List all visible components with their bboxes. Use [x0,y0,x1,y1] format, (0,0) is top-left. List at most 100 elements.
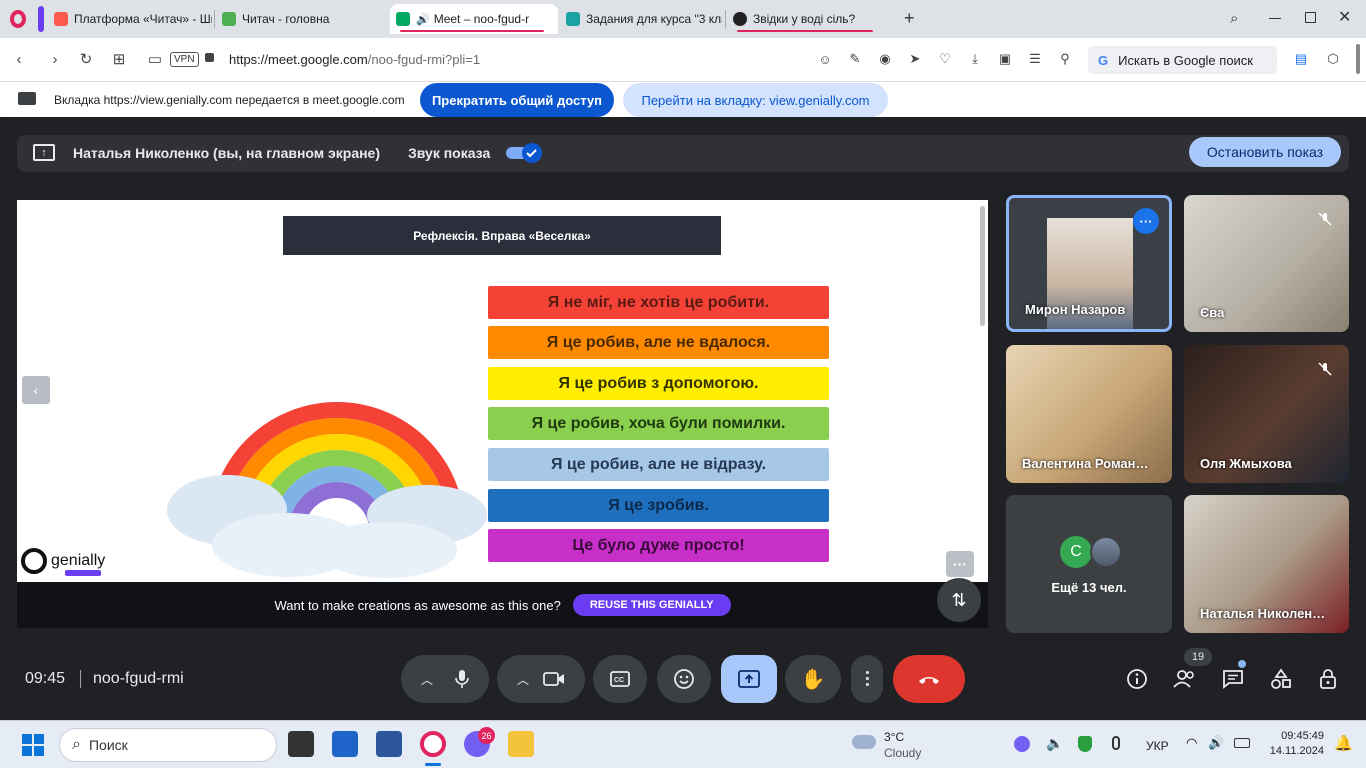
video-popout-icon[interactable]: ▣ [994,48,1016,70]
tab-favicon-icon [222,12,236,26]
tab-chitach-home[interactable]: Читач - головна [216,4,386,34]
leave-call-button[interactable] [893,655,965,703]
restore-icon[interactable] [1305,12,1316,23]
google-g-icon: G [1098,52,1109,68]
cloud-icon [852,735,876,749]
participant-name: Оля Жмыхова [1200,456,1292,471]
snapshot-icon[interactable]: ◉ [874,48,896,70]
edit-icon[interactable]: ✎ [844,48,866,70]
taskbar-search[interactable]: ⌕ Поиск [59,728,277,762]
store-icon[interactable] [332,731,358,757]
emoji-icon[interactable]: ☺ [814,48,836,70]
participant-tile-others[interactable]: C Ещё 13 чел. [1006,495,1172,633]
reload-icon[interactable]: ↻ [75,48,97,70]
tab-salt-water[interactable]: Звідки у воді сіль? [727,4,887,34]
taskbar-clock[interactable]: 09:45:49 14.11.2024 [1266,729,1324,759]
chevron-up-icon[interactable]: ︿ [517,671,529,688]
host-controls-button[interactable] [1314,664,1344,694]
chevron-up-icon[interactable]: ︿ [421,671,433,688]
reflection-bar: Я це робив, але не вдалося. [488,326,829,359]
prev-slide-button[interactable]: ‹ [22,376,50,404]
reactions-button[interactable] [657,655,711,703]
menu-lines-icon[interactable]: ☰ [1024,48,1046,70]
participant-tile[interactable]: Валентина Роман… [1006,345,1172,483]
stop-presenting-button[interactable]: Остановить показ [1189,137,1341,167]
sound-toggle[interactable] [506,143,542,163]
vpn-badge[interactable]: VPN [170,52,199,67]
opera-logo-icon[interactable] [10,10,26,28]
new-tab-button[interactable]: + [904,8,915,29]
participant-tile[interactable]: Оля Жмыхова [1184,345,1349,483]
url-field[interactable]: https://meet.google.com/noo-fgud-rmi?pli… [229,52,480,67]
shield-tray-icon[interactable] [1078,736,1092,752]
switch-tab-button[interactable]: Перейти на вкладку: view.genially.com [623,83,888,117]
chat-button[interactable] [1218,664,1248,694]
volume-icon[interactable]: 🔊 [1208,735,1224,751]
participant-name: Мирон Назаров [1025,302,1126,317]
language-indicator[interactable]: УКР [1146,739,1169,753]
participant-tile[interactable]: Єва [1184,195,1349,332]
swap-view-button[interactable]: ⇅ [937,578,981,622]
windows-start-icon[interactable] [22,734,44,756]
reuse-genially-button[interactable]: REUSE THIS GENIALLY [572,594,731,616]
participant-tile[interactable]: ··· Мирон Назаров [1006,195,1172,332]
raise-hand-button[interactable]: ✋ [785,655,841,703]
slide-scrollbar[interactable] [980,206,985,326]
profile-icon[interactable]: ⚲ [1054,48,1076,70]
search-tabs-icon[interactable]: ⌕ [1230,10,1238,27]
battery-icon[interactable] [1234,738,1250,748]
more-options-button[interactable]: ··· [851,655,883,703]
speed-dial-icon[interactable]: ⊞ [108,48,130,70]
viber-tray-icon[interactable] [1014,736,1030,752]
heart-icon[interactable]: ♡ [934,48,956,70]
tab-chitach-platform[interactable]: Платформа «Читач» - Шк [48,4,212,34]
tab-course-tasks[interactable]: Задания для курса "3 кла [560,4,722,34]
browser-tab-bar: Платформа «Читач» - Шк Читач - головна 🔊… [0,0,1366,38]
clock-divider [80,670,81,688]
meeting-info-button[interactable] [1122,664,1152,694]
stop-sharing-button[interactable]: Прекратить общий доступ [420,83,614,117]
participant-tile[interactable]: Наталья Николен… [1184,495,1349,633]
genially-logo[interactable]: genially [21,548,105,576]
minimize-icon[interactable] [1269,18,1281,19]
notification-bell-icon[interactable]: 🔔 [1334,734,1353,752]
close-icon[interactable]: ✕ [1338,7,1351,27]
tab-title: Звідки у воді сіль? [753,12,856,26]
file-explorer-icon[interactable] [508,731,534,757]
task-view-icon[interactable] [288,731,314,757]
share-screen-icon [18,92,36,105]
lock-icon[interactable] [205,53,214,62]
extensions-icon[interactable]: ⬡ [1322,48,1344,70]
genially-sub-badge [65,570,101,576]
tab-audio-icon[interactable]: 🔊 [416,13,430,26]
people-button[interactable] [1170,664,1200,694]
wallet-icon[interactable]: ▤ [1290,48,1312,70]
forward-icon[interactable]: › [44,48,66,70]
camera-button[interactable]: ︿ [497,655,585,703]
presenting-bar: ↑ Наталья Николенко (вы, на главном экра… [17,135,1349,172]
tab-favicon-icon [396,12,410,26]
mic-tray-icon[interactable] [1112,736,1120,750]
opera-icon[interactable] [420,731,446,757]
tab-meet[interactable]: 🔊 Meet – noo-fgud-r [390,4,558,34]
more-options-icon[interactable]: ··· [946,551,974,577]
participant-more-icon[interactable]: ··· [1133,208,1159,234]
google-search-box[interactable]: G Искать в Google поиск [1088,46,1277,74]
present-button[interactable] [721,655,777,703]
weather-widget[interactable]: 3°C Cloudy [884,729,921,761]
tab-title: Задания для курса "3 кла [586,12,722,26]
speaker-tray-icon[interactable]: 🔈 [1046,735,1063,752]
activities-button[interactable] [1266,664,1296,694]
send-icon[interactable]: ➤ [904,48,926,70]
participant-name: Наталья Николен… [1200,606,1326,621]
genially-cta-bar: Want to make creations as awesome as thi… [17,582,988,628]
wifi-icon[interactable]: ◠ [1186,735,1197,751]
presentation-slide[interactable]: Рефлексія. Вправа «Веселка» Я не міг, не… [17,200,988,628]
browser-scrollbar[interactable] [1356,44,1360,74]
download-icon[interactable]: ⤓ [964,48,986,70]
captions-button[interactable]: CC [593,655,647,703]
back-icon[interactable]: ‹ [8,48,30,70]
mic-button[interactable]: ︿ [401,655,489,703]
camera-icon[interactable]: ▭ [144,48,166,70]
word-icon[interactable] [376,731,402,757]
